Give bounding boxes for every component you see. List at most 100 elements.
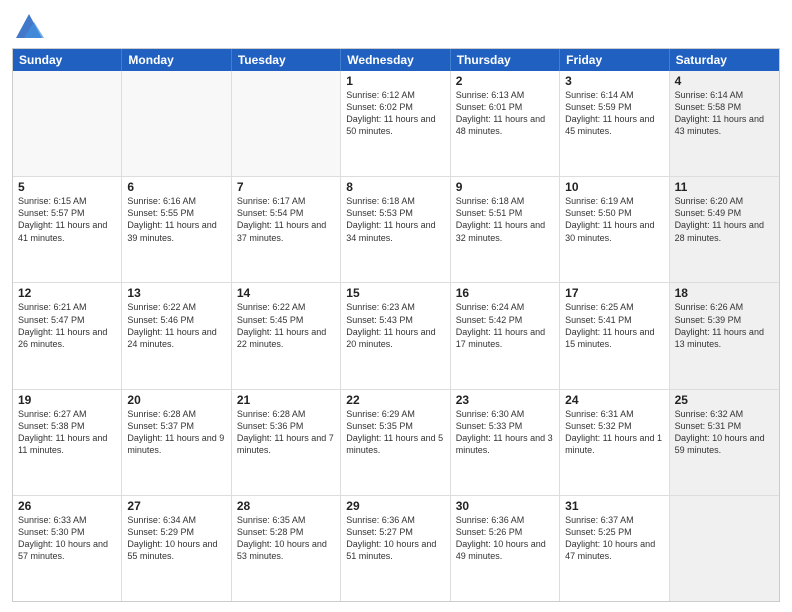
calendar-cell-3-3: 22Sunrise: 6:29 AM Sunset: 5:35 PM Dayli… <box>341 390 450 495</box>
day-number: 24 <box>565 393 663 407</box>
cell-info-text: Sunrise: 6:19 AM Sunset: 5:50 PM Dayligh… <box>565 195 663 244</box>
cell-info-text: Sunrise: 6:28 AM Sunset: 5:37 PM Dayligh… <box>127 408 225 457</box>
calendar-cell-0-1 <box>122 71 231 176</box>
cell-info-text: Sunrise: 6:15 AM Sunset: 5:57 PM Dayligh… <box>18 195 116 244</box>
calendar-cell-1-0: 5Sunrise: 6:15 AM Sunset: 5:57 PM Daylig… <box>13 177 122 282</box>
day-number: 12 <box>18 286 116 300</box>
day-number: 16 <box>456 286 554 300</box>
day-number: 9 <box>456 180 554 194</box>
cell-info-text: Sunrise: 6:14 AM Sunset: 5:59 PM Dayligh… <box>565 89 663 138</box>
day-number: 17 <box>565 286 663 300</box>
calendar-header: SundayMondayTuesdayWednesdayThursdayFrid… <box>13 49 779 71</box>
day-number: 19 <box>18 393 116 407</box>
cell-info-text: Sunrise: 6:28 AM Sunset: 5:36 PM Dayligh… <box>237 408 335 457</box>
day-number: 1 <box>346 74 444 88</box>
calendar-row-2: 12Sunrise: 6:21 AM Sunset: 5:47 PM Dayli… <box>13 283 779 389</box>
day-number: 4 <box>675 74 774 88</box>
calendar-body: 1Sunrise: 6:12 AM Sunset: 6:02 PM Daylig… <box>13 71 779 601</box>
day-number: 23 <box>456 393 554 407</box>
day-number: 29 <box>346 499 444 513</box>
cell-info-text: Sunrise: 6:34 AM Sunset: 5:29 PM Dayligh… <box>127 514 225 563</box>
page: SundayMondayTuesdayWednesdayThursdayFrid… <box>0 0 792 612</box>
calendar-cell-3-2: 21Sunrise: 6:28 AM Sunset: 5:36 PM Dayli… <box>232 390 341 495</box>
cell-info-text: Sunrise: 6:24 AM Sunset: 5:42 PM Dayligh… <box>456 301 554 350</box>
day-number: 28 <box>237 499 335 513</box>
calendar-cell-0-5: 3Sunrise: 6:14 AM Sunset: 5:59 PM Daylig… <box>560 71 669 176</box>
cell-info-text: Sunrise: 6:17 AM Sunset: 5:54 PM Dayligh… <box>237 195 335 244</box>
calendar-row-3: 19Sunrise: 6:27 AM Sunset: 5:38 PM Dayli… <box>13 390 779 496</box>
calendar-row-0: 1Sunrise: 6:12 AM Sunset: 6:02 PM Daylig… <box>13 71 779 177</box>
calendar-cell-3-1: 20Sunrise: 6:28 AM Sunset: 5:37 PM Dayli… <box>122 390 231 495</box>
calendar-row-1: 5Sunrise: 6:15 AM Sunset: 5:57 PM Daylig… <box>13 177 779 283</box>
cell-info-text: Sunrise: 6:18 AM Sunset: 5:51 PM Dayligh… <box>456 195 554 244</box>
calendar-cell-2-2: 14Sunrise: 6:22 AM Sunset: 5:45 PM Dayli… <box>232 283 341 388</box>
cell-info-text: Sunrise: 6:16 AM Sunset: 5:55 PM Dayligh… <box>127 195 225 244</box>
calendar-cell-2-0: 12Sunrise: 6:21 AM Sunset: 5:47 PM Dayli… <box>13 283 122 388</box>
cell-info-text: Sunrise: 6:21 AM Sunset: 5:47 PM Dayligh… <box>18 301 116 350</box>
calendar-cell-3-6: 25Sunrise: 6:32 AM Sunset: 5:31 PM Dayli… <box>670 390 779 495</box>
calendar-cell-4-1: 27Sunrise: 6:34 AM Sunset: 5:29 PM Dayli… <box>122 496 231 601</box>
calendar-cell-2-3: 15Sunrise: 6:23 AM Sunset: 5:43 PM Dayli… <box>341 283 450 388</box>
day-number: 2 <box>456 74 554 88</box>
logo <box>12 10 44 40</box>
cell-info-text: Sunrise: 6:35 AM Sunset: 5:28 PM Dayligh… <box>237 514 335 563</box>
cell-info-text: Sunrise: 6:14 AM Sunset: 5:58 PM Dayligh… <box>675 89 774 138</box>
day-number: 5 <box>18 180 116 194</box>
calendar-cell-4-3: 29Sunrise: 6:36 AM Sunset: 5:27 PM Dayli… <box>341 496 450 601</box>
cell-info-text: Sunrise: 6:33 AM Sunset: 5:30 PM Dayligh… <box>18 514 116 563</box>
cell-info-text: Sunrise: 6:32 AM Sunset: 5:31 PM Dayligh… <box>675 408 774 457</box>
header-day-wednesday: Wednesday <box>341 49 450 71</box>
cell-info-text: Sunrise: 6:37 AM Sunset: 5:25 PM Dayligh… <box>565 514 663 563</box>
calendar-cell-1-5: 10Sunrise: 6:19 AM Sunset: 5:50 PM Dayli… <box>560 177 669 282</box>
calendar-cell-1-6: 11Sunrise: 6:20 AM Sunset: 5:49 PM Dayli… <box>670 177 779 282</box>
cell-info-text: Sunrise: 6:13 AM Sunset: 6:01 PM Dayligh… <box>456 89 554 138</box>
calendar-cell-3-4: 23Sunrise: 6:30 AM Sunset: 5:33 PM Dayli… <box>451 390 560 495</box>
day-number: 11 <box>675 180 774 194</box>
day-number: 8 <box>346 180 444 194</box>
day-number: 20 <box>127 393 225 407</box>
calendar-cell-4-4: 30Sunrise: 6:36 AM Sunset: 5:26 PM Dayli… <box>451 496 560 601</box>
calendar-cell-4-5: 31Sunrise: 6:37 AM Sunset: 5:25 PM Dayli… <box>560 496 669 601</box>
day-number: 21 <box>237 393 335 407</box>
day-number: 13 <box>127 286 225 300</box>
cell-info-text: Sunrise: 6:26 AM Sunset: 5:39 PM Dayligh… <box>675 301 774 350</box>
cell-info-text: Sunrise: 6:12 AM Sunset: 6:02 PM Dayligh… <box>346 89 444 138</box>
calendar: SundayMondayTuesdayWednesdayThursdayFrid… <box>12 48 780 602</box>
calendar-cell-4-6 <box>670 496 779 601</box>
calendar-cell-1-1: 6Sunrise: 6:16 AM Sunset: 5:55 PM Daylig… <box>122 177 231 282</box>
header-day-monday: Monday <box>122 49 231 71</box>
day-number: 26 <box>18 499 116 513</box>
cell-info-text: Sunrise: 6:20 AM Sunset: 5:49 PM Dayligh… <box>675 195 774 244</box>
header <box>12 10 780 40</box>
day-number: 15 <box>346 286 444 300</box>
day-number: 30 <box>456 499 554 513</box>
day-number: 6 <box>127 180 225 194</box>
calendar-cell-0-6: 4Sunrise: 6:14 AM Sunset: 5:58 PM Daylig… <box>670 71 779 176</box>
logo-icon <box>14 10 44 40</box>
day-number: 18 <box>675 286 774 300</box>
day-number: 10 <box>565 180 663 194</box>
calendar-cell-3-5: 24Sunrise: 6:31 AM Sunset: 5:32 PM Dayli… <box>560 390 669 495</box>
calendar-cell-0-4: 2Sunrise: 6:13 AM Sunset: 6:01 PM Daylig… <box>451 71 560 176</box>
header-day-friday: Friday <box>560 49 669 71</box>
header-day-tuesday: Tuesday <box>232 49 341 71</box>
cell-info-text: Sunrise: 6:18 AM Sunset: 5:53 PM Dayligh… <box>346 195 444 244</box>
day-number: 22 <box>346 393 444 407</box>
calendar-cell-1-3: 8Sunrise: 6:18 AM Sunset: 5:53 PM Daylig… <box>341 177 450 282</box>
header-day-thursday: Thursday <box>451 49 560 71</box>
calendar-cell-1-2: 7Sunrise: 6:17 AM Sunset: 5:54 PM Daylig… <box>232 177 341 282</box>
cell-info-text: Sunrise: 6:36 AM Sunset: 5:27 PM Dayligh… <box>346 514 444 563</box>
day-number: 7 <box>237 180 335 194</box>
calendar-cell-1-4: 9Sunrise: 6:18 AM Sunset: 5:51 PM Daylig… <box>451 177 560 282</box>
day-number: 3 <box>565 74 663 88</box>
calendar-cell-4-2: 28Sunrise: 6:35 AM Sunset: 5:28 PM Dayli… <box>232 496 341 601</box>
cell-info-text: Sunrise: 6:36 AM Sunset: 5:26 PM Dayligh… <box>456 514 554 563</box>
cell-info-text: Sunrise: 6:25 AM Sunset: 5:41 PM Dayligh… <box>565 301 663 350</box>
day-number: 31 <box>565 499 663 513</box>
calendar-cell-0-3: 1Sunrise: 6:12 AM Sunset: 6:02 PM Daylig… <box>341 71 450 176</box>
calendar-row-4: 26Sunrise: 6:33 AM Sunset: 5:30 PM Dayli… <box>13 496 779 601</box>
calendar-cell-4-0: 26Sunrise: 6:33 AM Sunset: 5:30 PM Dayli… <box>13 496 122 601</box>
calendar-cell-0-2 <box>232 71 341 176</box>
header-day-saturday: Saturday <box>670 49 779 71</box>
header-day-sunday: Sunday <box>13 49 122 71</box>
